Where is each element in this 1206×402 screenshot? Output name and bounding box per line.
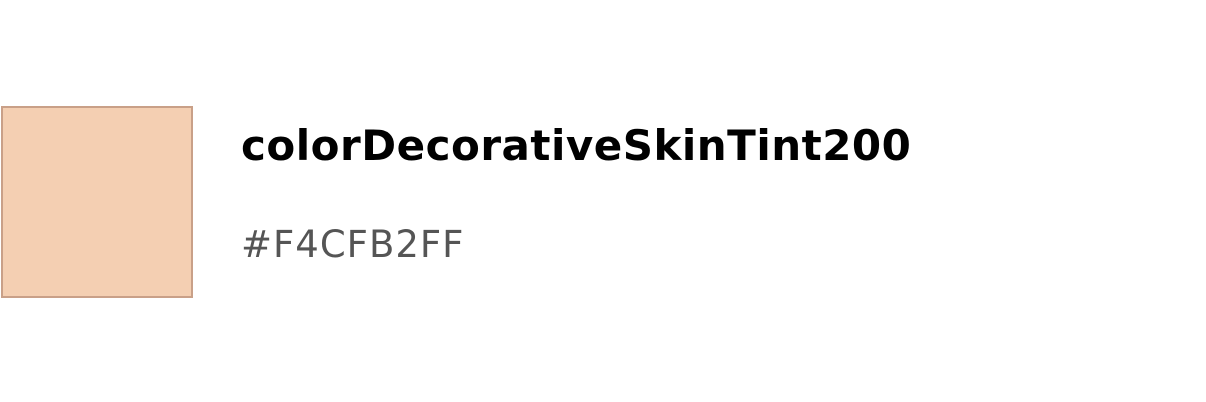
token-hex-value: #F4CFB2FF (241, 223, 465, 266)
color-swatch (1, 106, 193, 298)
color-token-card: colorDecorativeSkinTint200 #F4CFB2FF (0, 0, 1206, 402)
token-name: colorDecorativeSkinTint200 (241, 121, 912, 170)
